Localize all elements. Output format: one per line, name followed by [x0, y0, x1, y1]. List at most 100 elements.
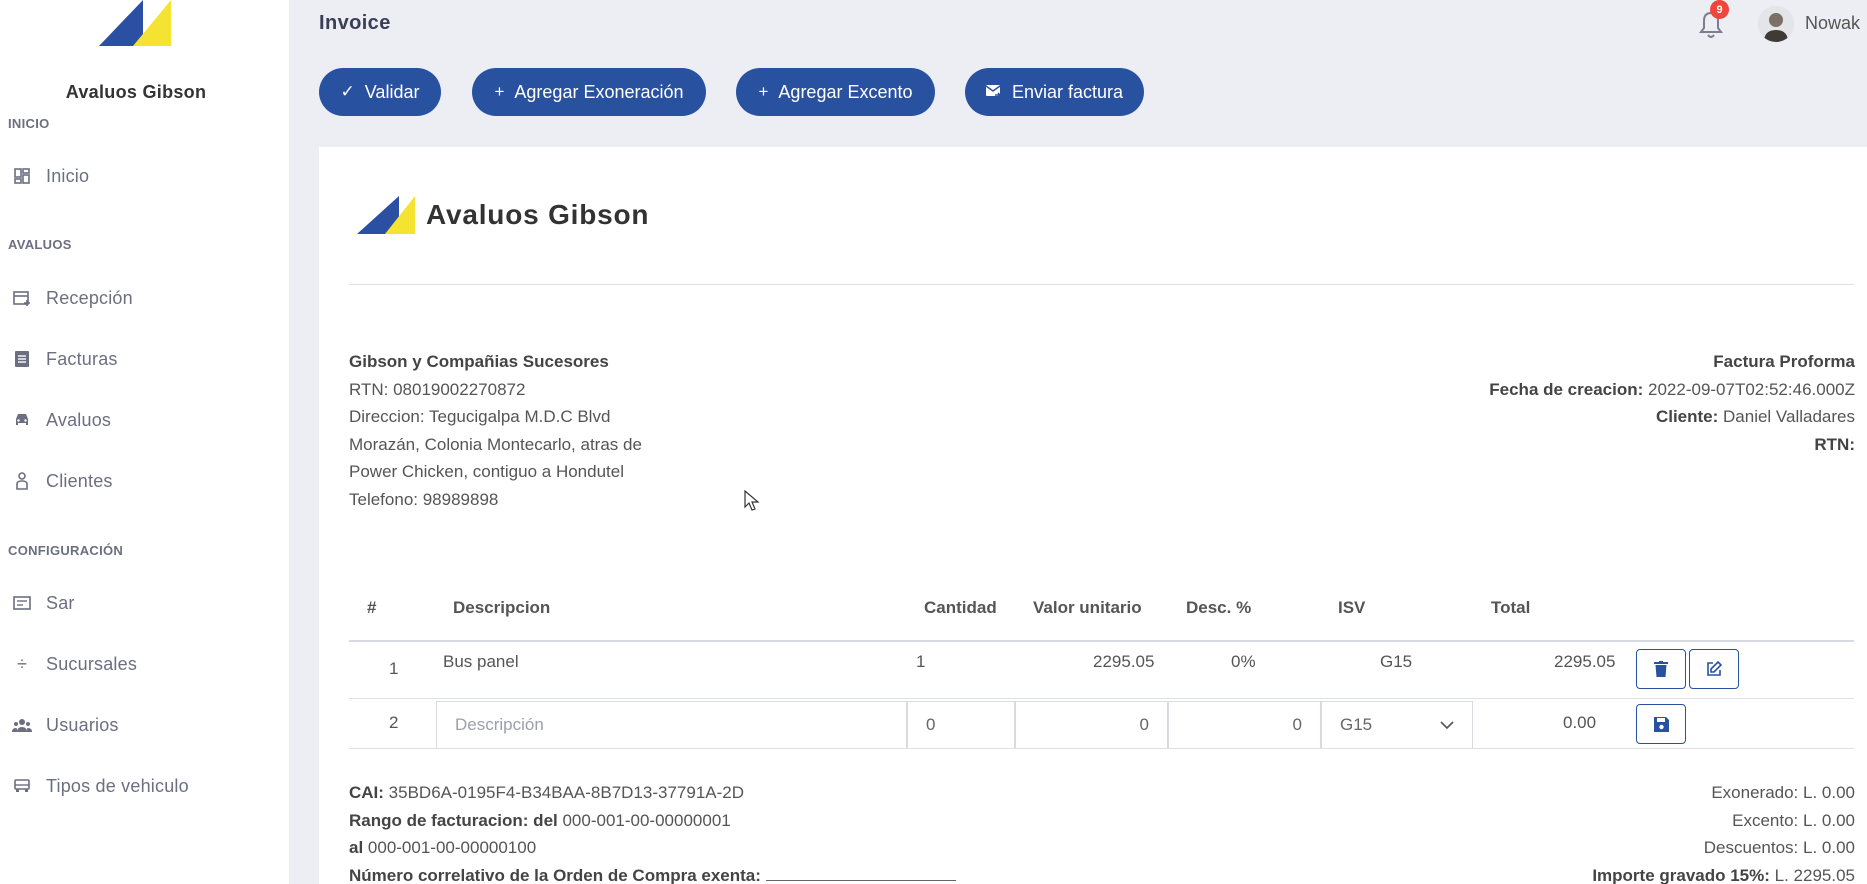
- discount-input[interactable]: 0: [1168, 701, 1321, 749]
- cell-number: 2: [389, 713, 399, 732]
- user-name[interactable]: Nowak: [1805, 13, 1860, 34]
- cell-descripcion: Bus panel: [443, 652, 519, 671]
- table-header-divider: [349, 640, 1854, 642]
- plus-icon: +: [494, 82, 505, 101]
- send-mail-icon: [985, 82, 1002, 103]
- orden-compra-line: Número correlativo de la Orden de Compra…: [349, 862, 956, 884]
- sidebar-item-inicio[interactable]: Inicio: [0, 156, 289, 196]
- validar-label: Validar: [364, 81, 420, 102]
- section-label-avaluos: AVALUOS: [8, 237, 72, 252]
- company-address-line: Power Chicken, contiguo a Hondutel: [349, 462, 624, 481]
- excento-total: Excento: L. 0.00: [1732, 810, 1855, 830]
- column-header-total: Total: [1491, 598, 1531, 617]
- invoice-footer-legal: CAI: 35BD6A-0195F4-B34BAA-8B7D13-37791A-…: [349, 779, 956, 884]
- row-divider: [349, 748, 1854, 749]
- invoice-client-rtn: RTN:: [1814, 434, 1855, 454]
- trash-icon: [1654, 661, 1668, 677]
- sidebar-item-usuarios[interactable]: Usuarios: [0, 705, 289, 745]
- cai-line: CAI: 35BD6A-0195F4-B34BAA-8B7D13-37791A-…: [349, 783, 744, 802]
- avatar[interactable]: [1758, 6, 1794, 42]
- sidebar: Avaluos Gibson INICIO Inicio AVALUOS Rec…: [0, 0, 289, 884]
- dashboard-icon: [12, 166, 32, 186]
- section-label-inicio: INICIO: [8, 116, 50, 131]
- calendar-plus-icon: [12, 288, 32, 308]
- agregar-excento-label: Agregar Excento: [778, 81, 913, 102]
- cell-cantidad: 1: [916, 652, 926, 671]
- cell-valor-unitario: 2295.05: [1093, 652, 1155, 671]
- sidebar-item-label: Facturas: [46, 348, 118, 369]
- enviar-factura-button[interactable]: Enviar factura: [965, 68, 1144, 116]
- invoice-type: Factura Proforma: [1713, 352, 1855, 371]
- invoice-date: Fecha de creacion: 2022-09-07T02:52:46.0…: [1489, 379, 1855, 399]
- sidebar-item-label: Usuarios: [46, 714, 119, 735]
- unit-price-input[interactable]: 0: [1015, 701, 1168, 749]
- invoice-client: Cliente: Daniel Valladares: [1655, 407, 1855, 426]
- sidebar-item-sar[interactable]: Sar: [0, 583, 289, 623]
- sidebar-item-recepcion[interactable]: Recepción: [0, 278, 289, 318]
- section-label-configuracion: CONFIGURACIÓN: [8, 543, 124, 558]
- company-address-line: Morazán, Colonia Montecarlo, atras de: [349, 434, 642, 454]
- importe-gravado-total: Importe gravado 15%: L. 2295.05: [1592, 865, 1855, 884]
- brand-name: Avaluos Gibson: [65, 82, 207, 102]
- brand-logo[interactable]: [99, 0, 171, 46]
- invoice-logo: [357, 196, 415, 234]
- column-header-number: #: [367, 598, 377, 617]
- check-icon: ✓: [340, 82, 355, 101]
- page-title: Invoice: [319, 12, 391, 34]
- description-input[interactable]: Descripción: [436, 701, 907, 749]
- invoice-brand-name: Avaluos Gibson: [426, 199, 650, 230]
- register-icon: [12, 593, 32, 613]
- rango-al-line: al 000-001-00-00000100: [349, 838, 537, 857]
- sidebar-item-label: Avaluos: [46, 409, 112, 430]
- agregar-exoneracion-label: Agregar Exoneración: [514, 81, 684, 102]
- column-header-descripcion: Descripcion: [453, 598, 551, 617]
- sidebar-item-facturas[interactable]: Facturas: [0, 339, 289, 379]
- sidebar-item-label: Tipos de vehiculo: [46, 775, 189, 796]
- edit-row-button[interactable]: [1689, 649, 1739, 689]
- save-row-button[interactable]: [1636, 704, 1686, 744]
- cell-number: 1: [389, 659, 399, 678]
- agregar-excento-button[interactable]: + Agregar Excento: [736, 68, 935, 116]
- edit-icon: [1707, 661, 1722, 676]
- company-rtn: RTN: 08019002270872: [349, 379, 526, 399]
- cell-total: 0.00: [1563, 713, 1597, 732]
- chevron-down-icon: [1440, 721, 1454, 729]
- person-icon: [12, 471, 32, 491]
- cell-descuento: 0%: [1231, 652, 1256, 671]
- divide-icon: ÷: [17, 653, 27, 674]
- invoice-card: Avaluos Gibson Gibson y Compañias Suceso…: [319, 147, 1867, 884]
- save-icon: [1653, 716, 1669, 732]
- sidebar-item-tipos-de-vehiculo[interactable]: Tipos de vehiculo: [0, 766, 289, 806]
- sidebar-item-clientes[interactable]: Clientes: [0, 461, 289, 501]
- descuentos-total: Descuentos: L. 0.00: [1703, 838, 1855, 857]
- list-icon: [12, 349, 32, 369]
- sidebar-item-avaluos[interactable]: Avaluos: [0, 400, 289, 440]
- users-icon: [12, 715, 32, 735]
- sidebar-item-sucursales[interactable]: ÷ Sucursales: [0, 644, 289, 684]
- column-header-cantidad: Cantidad: [924, 598, 997, 617]
- company-address-line: Direccion: Tegucigalpa M.D.C Blvd: [349, 407, 611, 426]
- validar-button[interactable]: ✓ Validar: [319, 68, 441, 116]
- exonerado-total: Exonerado: L. 0.00: [1711, 783, 1855, 802]
- vehicle-icon: [12, 776, 32, 796]
- cell-isv: G15: [1380, 652, 1413, 671]
- invoice-totals: Exonerado: L. 0.00 Excento: L. 0.00 Desc…: [1592, 779, 1855, 884]
- notification-badge: 9: [1710, 0, 1729, 19]
- column-header-valor-unitario: Valor unitario: [1033, 598, 1142, 617]
- plus-icon: +: [758, 82, 769, 101]
- sidebar-item-label: Sar: [46, 592, 75, 613]
- rango-line: Rango de facturacion: del 000-001-00-000…: [349, 810, 731, 830]
- invoice-meta: Factura Proforma Fecha de creacion: 2022…: [1489, 348, 1855, 458]
- company-info: Gibson y Compañias Sucesores RTN: 080190…: [349, 348, 642, 513]
- isv-select[interactable]: G15: [1321, 701, 1473, 749]
- column-header-isv: ISV: [1338, 598, 1366, 617]
- agregar-exoneracion-button[interactable]: + Agregar Exoneración: [472, 68, 706, 116]
- sidebar-item-label: Recepción: [46, 287, 133, 308]
- sidebar-item-label: Sucursales: [46, 653, 138, 674]
- row-divider: [349, 698, 1854, 699]
- car-icon: [12, 410, 32, 430]
- divider: [349, 284, 1854, 285]
- delete-row-button[interactable]: [1636, 649, 1686, 689]
- quantity-input[interactable]: 0: [907, 701, 1015, 749]
- cell-total: 2295.05: [1554, 652, 1616, 671]
